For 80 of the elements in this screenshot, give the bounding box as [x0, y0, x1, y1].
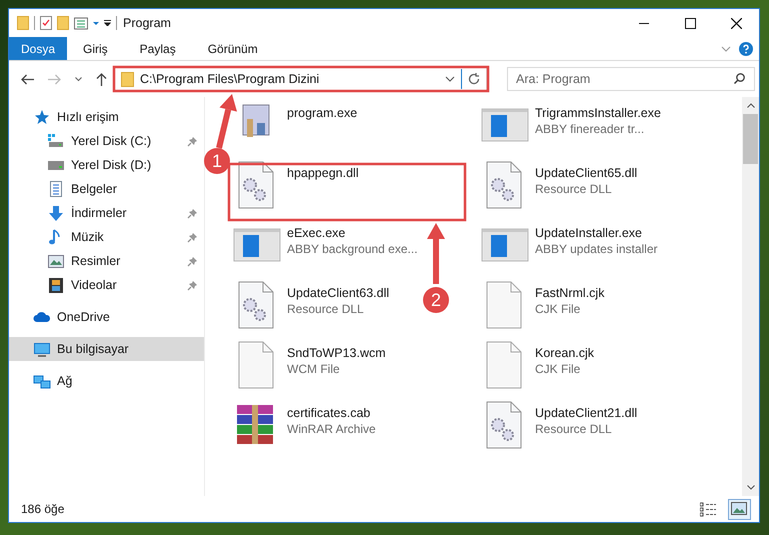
- picture-icon: [47, 252, 65, 270]
- address-path: C:\Program Files\Program Dizini: [140, 70, 320, 88]
- scrollbar-thumb[interactable]: [743, 114, 758, 164]
- file-type: ABBY finereader tr...: [535, 121, 646, 137]
- star-icon: [33, 108, 51, 126]
- details-view-icon: [700, 502, 717, 516]
- refresh-icon[interactable]: [468, 73, 480, 85]
- properties-icon: [74, 16, 88, 30]
- pin-icon: [187, 280, 198, 290]
- nav-item[interactable]: Resimler: [9, 249, 204, 273]
- film-icon: [47, 276, 65, 294]
- file-type: Resource DLL: [287, 301, 365, 317]
- ribbon-tab[interactable]: Görünüm: [192, 37, 274, 60]
- search-icon: [734, 73, 745, 84]
- chevron-down-icon[interactable]: [445, 76, 455, 82]
- file-name[interactable]: Korean.cjk: [535, 345, 594, 361]
- maximize-icon: [684, 18, 696, 28]
- chevron-down-icon[interactable]: [75, 76, 82, 82]
- file-name[interactable]: UpdateClient65.dll: [535, 165, 638, 181]
- file-name[interactable]: UpdateClient21.dll: [535, 405, 638, 421]
- file-type: ABBY updates installer: [535, 241, 658, 257]
- nav-item[interactable]: Videolar: [9, 273, 204, 297]
- large-icons-view-icon: [731, 502, 748, 516]
- caret-icon: [93, 22, 99, 24]
- help-icon[interactable]: [739, 42, 753, 56]
- file-name[interactable]: UpdateInstaller.exe: [535, 225, 658, 241]
- scroll-down-icon[interactable]: [746, 485, 754, 490]
- ribbon-tab[interactable]: Paylaş: [124, 37, 192, 60]
- up-arrow-icon[interactable]: [96, 72, 107, 86]
- scroll-up-icon[interactable]: [746, 103, 754, 108]
- customize-arrow-icon: [104, 20, 111, 26]
- file-tab[interactable]: Dosya: [9, 37, 67, 60]
- file-name[interactable]: FastNrml.cjk: [535, 285, 604, 301]
- file-type: Resource DLL: [535, 421, 613, 437]
- pin-icon: [187, 136, 198, 146]
- file-type: CJK File: [535, 301, 582, 317]
- file-type: ABBY background exe...: [287, 241, 418, 257]
- nav-item[interactable]: İndirmeler: [9, 201, 204, 225]
- folder-icon: [121, 72, 134, 86]
- ribbon-tab[interactable]: Giriş: [67, 37, 124, 60]
- down-arrow-icon: [47, 204, 65, 222]
- minimize-icon: [639, 22, 649, 24]
- nav-item[interactable]: Belgeler: [9, 177, 204, 201]
- folder-icon: [57, 16, 69, 30]
- search-field[interactable]: Ara: Program: [507, 67, 755, 91]
- pointer-arrow: [427, 223, 445, 284]
- file-name[interactable]: TrigrammsInstaller.exe: [535, 105, 661, 121]
- checklist-icon: [40, 16, 52, 30]
- file-name[interactable]: eExec.exe: [287, 225, 418, 241]
- scrollbar[interactable]: [742, 97, 759, 496]
- pin-icon: [187, 256, 198, 266]
- nav-item[interactable]: Hızlı erişim: [9, 105, 204, 129]
- window-title: Program: [123, 14, 171, 32]
- nav-item[interactable]: Yerel Disk (C:): [9, 129, 204, 153]
- file-type: CJK File: [535, 361, 582, 377]
- folder-icon: [17, 16, 29, 30]
- file-name[interactable]: hpappegn.dll: [287, 165, 359, 181]
- nav-item[interactable]: OneDrive: [9, 305, 204, 329]
- item-count: 186 öğe: [21, 501, 64, 518]
- network-icon: [33, 372, 51, 390]
- file-name[interactable]: certificates.cab: [287, 405, 376, 421]
- file-type: WCM File: [287, 361, 341, 377]
- pin-icon: [187, 208, 198, 218]
- close-icon: [730, 18, 742, 28]
- view-button[interactable]: [728, 498, 751, 520]
- nav-item[interactable]: Ağ: [9, 369, 204, 393]
- nav-item[interactable]: Yerel Disk (D:): [9, 153, 204, 177]
- file-name[interactable]: program.exe: [287, 105, 358, 121]
- drive-icon: [47, 132, 65, 150]
- computer-icon: [33, 340, 51, 358]
- file-type: Resource DLL: [535, 181, 613, 197]
- nav-item[interactable]: Bu bilgisayar: [9, 337, 204, 361]
- nav-item[interactable]: Müzik: [9, 225, 204, 249]
- pointer-arrow: [216, 94, 237, 149]
- pin-icon: [187, 232, 198, 242]
- file-type: WinRAR Archive: [287, 421, 376, 437]
- file-name[interactable]: UpdateClient63.dll: [287, 285, 390, 301]
- file-name[interactable]: SndToWP13.wcm: [287, 345, 386, 361]
- document-icon: [47, 180, 65, 198]
- back-arrow-icon[interactable]: [21, 74, 34, 84]
